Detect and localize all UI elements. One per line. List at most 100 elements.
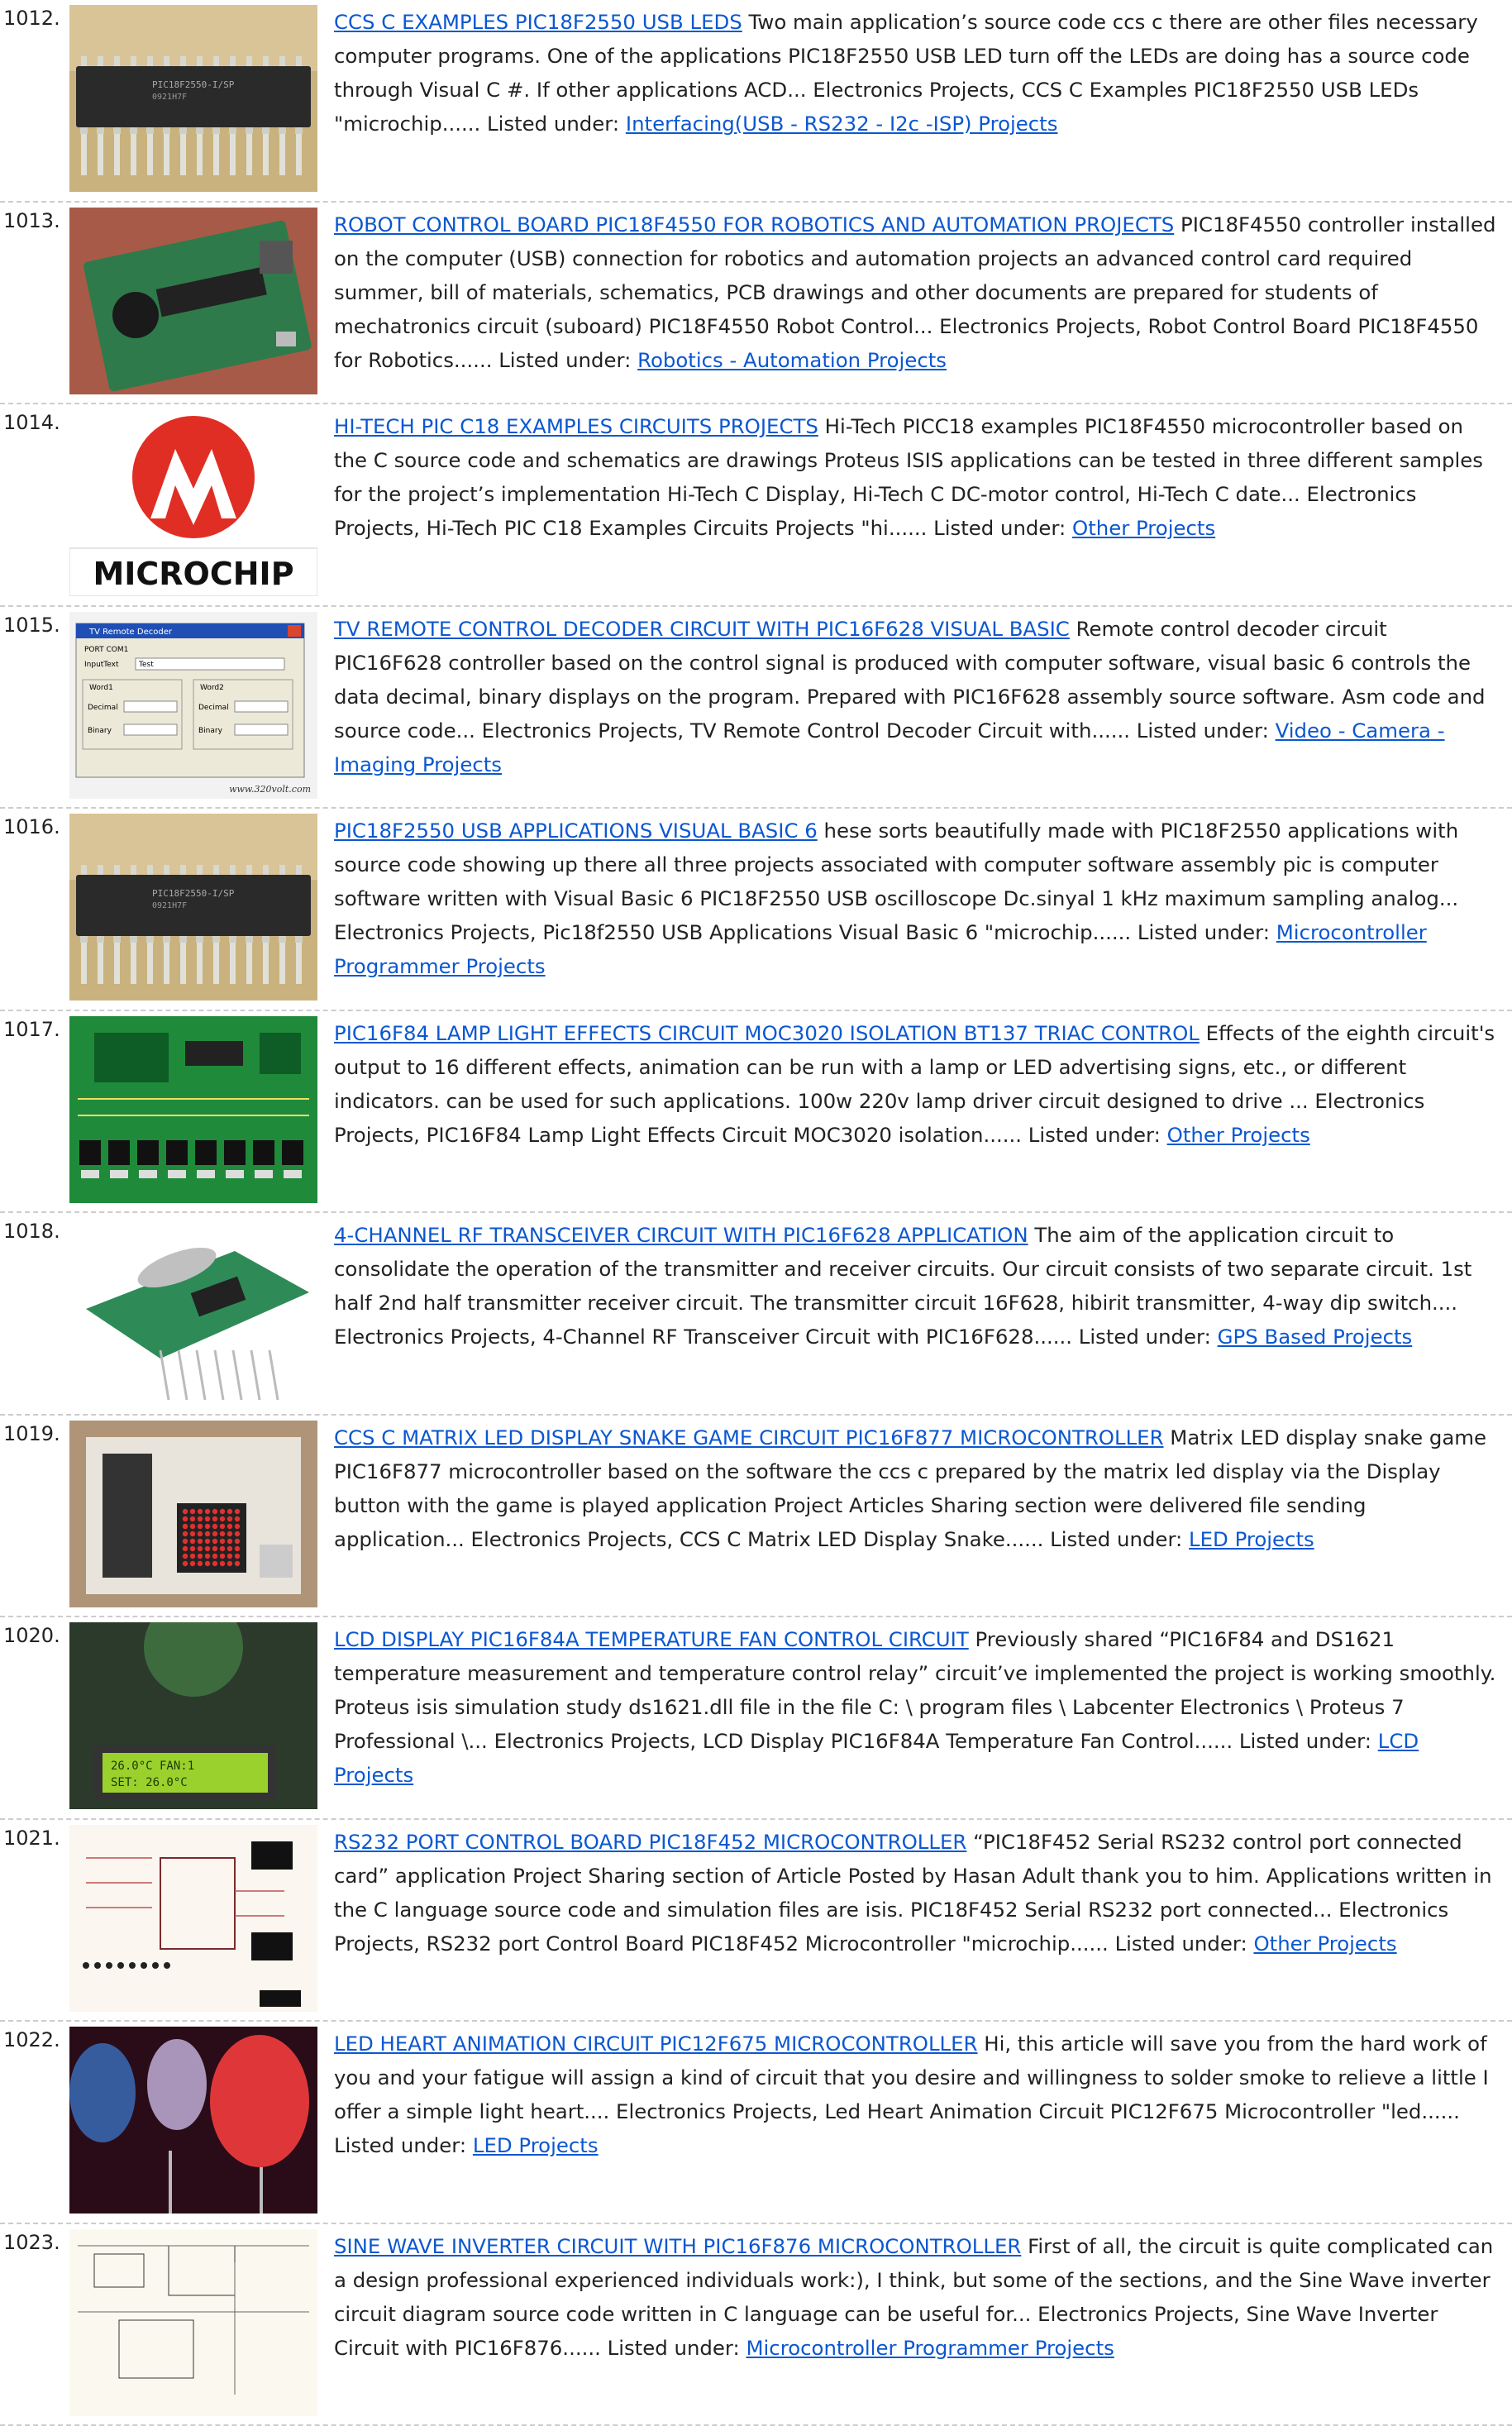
svg-text:SET: 26.0°C: SET: 26.0°C [111, 1776, 188, 1789]
item-title-link[interactable]: CCS C MATRIX LED DISPLAY SNAKE GAME CIRC… [334, 1426, 1164, 1449]
category-link[interactable]: Other Projects [1072, 516, 1215, 540]
item-description: SINE WAVE INVERTER CIRCUIT WITH PIC16F87… [334, 2229, 1497, 2365]
tv-remote-decoder-window[interactable]: TV Remote Decoder PORT COM1 InputText Test W… [69, 612, 317, 799]
listed-under-label: Listed under: [487, 112, 619, 136]
svg-text:PORT COM1: PORT COM1 [84, 646, 128, 654]
item-title-link[interactable]: SINE WAVE INVERTER CIRCUIT WITH PIC16F87… [334, 2234, 1021, 2258]
item-description: ROBOT CONTROL BOARD PIC18F4550 FOR ROBOT… [334, 208, 1497, 377]
item-description: LED HEART ANIMATION CIRCUIT PIC12F675 MI… [334, 2027, 1497, 2162]
listed-under-label: Listed under: [933, 516, 1066, 540]
svg-text:Word1: Word1 [89, 684, 113, 692]
green-pcb-layout[interactable] [69, 1016, 317, 1203]
item-description: TV REMOTE CONTROL DECODER CIRCUIT WITH P… [334, 612, 1497, 781]
list-item: 1021. RS232 PORT CONTROL BOARD PIC18F452… [0, 1820, 1512, 2022]
item-number: 1016. [3, 815, 60, 838]
category-link[interactable]: Other Projects [1167, 1123, 1310, 1147]
svg-text:www.320volt.com: www.320volt.com [229, 784, 311, 795]
item-title-link[interactable]: ROBOT CONTROL BOARD PIC18F4550 FOR ROBOT… [334, 213, 1174, 236]
item-number: 1014. [3, 411, 60, 434]
svg-text:Decimal: Decimal [198, 704, 229, 712]
item-description: PIC16F84 LAMP LIGHT EFFECTS CIRCUIT MOC3… [334, 1016, 1497, 1152]
svg-text:0921H7F: 0921H7F [152, 901, 187, 910]
item-number: 1017. [3, 1018, 60, 1041]
item-title-link[interactable]: CCS C EXAMPLES PIC18F2550 USB LEDS [334, 10, 742, 34]
item-number: 1013. [3, 209, 60, 232]
item-title-link[interactable]: LED HEART ANIMATION CIRCUIT PIC12F675 MI… [334, 2032, 978, 2056]
item-number: 1021. [3, 1827, 60, 1850]
svg-text:Binary: Binary [198, 727, 223, 735]
category-link[interactable]: LED Projects [473, 2133, 599, 2157]
svg-text:Decimal: Decimal [88, 704, 118, 712]
list-item: 1015. TV Remote Decoder PORT COM1 InputTex… [0, 607, 1512, 809]
item-number: 1012. [3, 7, 60, 30]
list-item: 1019. CCS C MATRIX LED DISPLAY SNAKE GAM… [0, 1416, 1512, 1618]
item-title-link[interactable]: PIC16F84 LAMP LIGHT EFFECTS CIRCUIT MOC3… [334, 1021, 1200, 1045]
lcd-fan-photo[interactable]: 26.0°C FAN:1 SET: 26.0°C [69, 1622, 317, 1809]
listed-under-label: Listed under: [1115, 1932, 1247, 1956]
svg-text:Test: Test [138, 661, 154, 669]
category-link[interactable]: Robotics - Automation Projects [637, 348, 947, 372]
rf-module-photo[interactable] [69, 1218, 317, 1405]
list-item: 1012. PIC18F2550-I/SP 0921H7F CCS C EXAMP… [0, 0, 1512, 203]
item-description: CCS C EXAMPLES PIC18F2550 USB LEDS Two m… [334, 5, 1497, 141]
listed-under-label: Listed under: [1138, 920, 1270, 944]
list-item: 1017. PIC16F84 LAMP LIGHT EFFECTS CIRCUI… [0, 1011, 1512, 1214]
category-link[interactable]: Interfacing(USB - RS232 - I2c -ISP) Proj… [626, 112, 1058, 136]
item-title-link[interactable]: HI-TECH PIC C18 EXAMPLES CIRCUITS PROJEC… [334, 414, 818, 438]
svg-text:InputText: InputText [84, 661, 119, 669]
listed-under-label: Listed under: [1137, 719, 1269, 743]
breadboard-matrix-photo[interactable] [69, 1421, 317, 1607]
item-number: 1019. [3, 1422, 60, 1445]
listed-under-label: Listed under: [498, 348, 631, 372]
item-description: 4-CHANNEL RF TRANSCEIVER CIRCUIT WITH PI… [334, 1218, 1497, 1354]
listed-under-label: Listed under: [1028, 1123, 1161, 1147]
category-link[interactable]: Microcontroller Programmer Projects [746, 2336, 1114, 2360]
item-number: 1022. [3, 2028, 60, 2051]
list-item: 1014. MICROCHIP HI-TECH PIC C18 EXAMPLES… [0, 404, 1512, 607]
item-description: RS232 PORT CONTROL BOARD PIC18F452 MICRO… [334, 1825, 1497, 1960]
item-number: 1018. [3, 1220, 60, 1243]
item-title-link[interactable]: RS232 PORT CONTROL BOARD PIC18F452 MICRO… [334, 1830, 966, 1854]
svg-text:0921H7F: 0921H7F [152, 93, 187, 102]
item-number: 1023. [3, 2231, 60, 2254]
item-title-link[interactable]: LCD DISPLAY PIC16F84A TEMPERATURE FAN CO… [334, 1627, 969, 1651]
svg-text:26.0°C FAN:1: 26.0°C FAN:1 [111, 1760, 194, 1773]
microchip-logo-text: MICROCHIP [93, 556, 293, 592]
isis-schematic[interactable] [69, 1825, 317, 2012]
svg-text:PIC18F2550-I/SP: PIC18F2550-I/SP [152, 79, 235, 90]
project-list: 1012. PIC18F2550-I/SP 0921H7F CCS C EXAMP… [0, 0, 1512, 2426]
inverter-schematic[interactable] [69, 2229, 317, 2416]
listed-under-label: Listed under: [334, 2133, 466, 2157]
category-link[interactable]: LED Projects [1189, 1527, 1314, 1551]
category-link[interactable]: GPS Based Projects [1218, 1325, 1413, 1349]
category-link[interactable]: Other Projects [1253, 1932, 1396, 1956]
svg-text:TV Remote Decoder: TV Remote Decoder [88, 628, 173, 637]
microchip-logo[interactable]: MICROCHIP [69, 409, 317, 596]
led-heart-photo[interactable] [69, 2027, 317, 2213]
item-title-link[interactable]: TV REMOTE CONTROL DECODER CIRCUIT WITH P… [334, 617, 1070, 641]
item-description: CCS C MATRIX LED DISPLAY SNAKE GAME CIRC… [334, 1421, 1497, 1556]
item-description: LCD DISPLAY PIC16F84A TEMPERATURE FAN CO… [334, 1622, 1497, 1792]
robot-control-board-photo[interactable] [69, 208, 317, 394]
svg-text:Binary: Binary [88, 727, 112, 735]
item-description: HI-TECH PIC C18 EXAMPLES CIRCUITS PROJEC… [334, 409, 1497, 545]
item-title-link[interactable]: 4-CHANNEL RF TRANSCEIVER CIRCUIT WITH PI… [334, 1223, 1028, 1247]
pic18f2550-dip-chip-photo[interactable]: PIC18F2550-I/SP 0921H7F [69, 814, 317, 1000]
item-title-link[interactable]: PIC18F2550 USB APPLICATIONS VISUAL BASIC… [334, 819, 818, 843]
list-item: 1018. 4-CHANNEL RF TRANSCEIVER CIRCUIT W… [0, 1213, 1512, 1416]
svg-text:Word2: Word2 [200, 684, 224, 692]
listed-under-label: Listed under: [608, 2336, 740, 2360]
listed-under-label: Listed under: [1050, 1527, 1182, 1551]
svg-text:PIC18F2550-I/SP: PIC18F2550-I/SP [152, 888, 235, 899]
list-item: 1016. PIC18F2550-I/SP 0921H7F PIC18F2550 … [0, 809, 1512, 1011]
list-item: 1022. LED HEART ANIMATION CIRCUIT PIC12F… [0, 2022, 1512, 2224]
listed-under-label: Listed under: [1239, 1729, 1371, 1753]
pic18f2550-dip-chip-photo[interactable]: PIC18F2550-I/SP 0921H7F [69, 5, 317, 192]
list-item: 1020. 26.0°C FAN:1 SET: 26.0°C LCD DISPLA… [0, 1617, 1512, 1820]
list-item: 1023. SINE WAVE INVERTER CIRCUIT WITH PI… [0, 2224, 1512, 2426]
item-number: 1020. [3, 1624, 60, 1647]
item-number: 1015. [3, 614, 60, 637]
listed-under-label: Listed under: [1079, 1325, 1211, 1349]
item-description: PIC18F2550 USB APPLICATIONS VISUAL BASIC… [334, 814, 1497, 983]
list-item: 1013. ROBOT CONTROL BOARD PIC18F4550 FOR… [0, 203, 1512, 405]
